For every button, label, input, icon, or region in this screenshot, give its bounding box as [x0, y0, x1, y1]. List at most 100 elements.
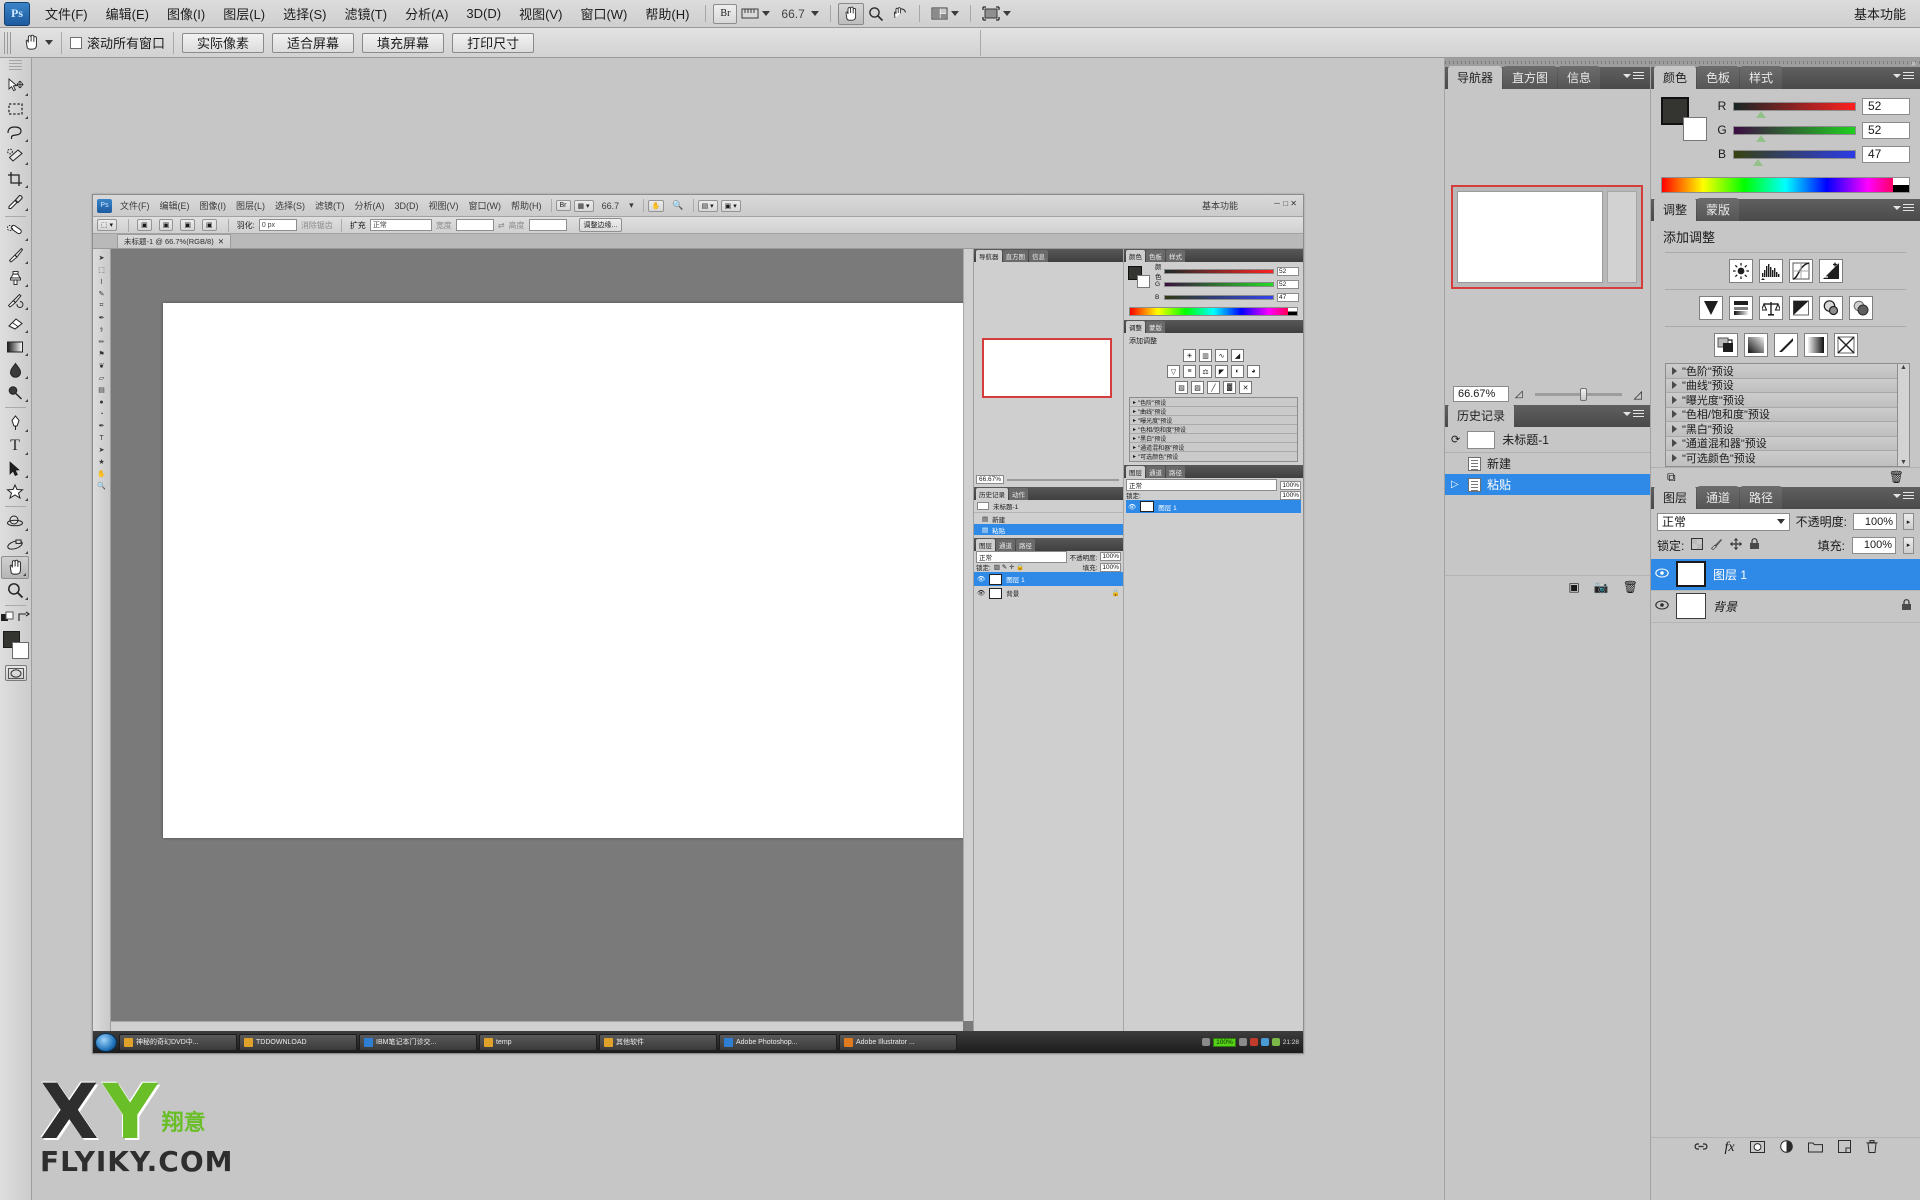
document-canvas-area[interactable]: Ps 文件(F) 编辑(E) 图像(I) 图层(L) 选择(S) 滤镜(T) 分… [32, 58, 1444, 1200]
hand-tool-button[interactable] [837, 2, 864, 25]
curves-icon[interactable]: ∿ [1215, 349, 1228, 362]
navigator-panel-menu-button[interactable] [1623, 72, 1644, 80]
scroll-down-icon[interactable]: ▼ [1900, 459, 1907, 466]
nested-feather-input[interactable]: 0 px [258, 219, 297, 231]
nested-arrange-documents-dropdown[interactable]: ▤ ▾ [697, 199, 718, 212]
nested-tab-histogram[interactable]: 直方图 [1002, 249, 1028, 262]
tab-histogram[interactable]: 直方图 [1503, 66, 1558, 89]
tab-color[interactable]: 颜色 [1654, 66, 1697, 89]
taskbar-item-6[interactable]: Adobe Photoshop... [719, 1033, 837, 1051]
nested-menu-filter[interactable]: 滤镜(T) [310, 199, 350, 212]
taskbar-item-3[interactable]: IBM笔记本门诊交... [359, 1033, 477, 1051]
lock-transparent-pixels-icon[interactable] [1691, 537, 1704, 553]
nested-tool-zoom[interactable]: 🔍 [93, 480, 110, 492]
nested-window-controls[interactable]: － □ ✕ [1273, 198, 1297, 209]
menu-window[interactable]: 窗口(W) [571, 0, 636, 27]
nested-tool-brush[interactable]: ✏ [93, 336, 110, 348]
nested-menu-edit[interactable]: 编辑(E) [155, 199, 195, 212]
nested-tool-pen[interactable]: ✒ [93, 420, 110, 432]
nested-horizontal-scrollbar[interactable] [111, 1021, 963, 1031]
nested-history-snapshot[interactable]: 未标题-1 [974, 500, 1123, 513]
tool-move[interactable] [0, 75, 30, 98]
tab-info[interactable]: 信息 [1558, 66, 1601, 89]
launch-bridge-button[interactable]: Br [713, 3, 738, 24]
preset-channel-mixer[interactable]: "通道混和器"预设 [1666, 436, 1897, 451]
taskbar-clock[interactable]: 21:28 [1283, 1039, 1299, 1046]
nested-tool-gradient[interactable]: ▤ [93, 384, 110, 396]
default-colors-icon[interactable] [1, 611, 15, 624]
tool-marquee[interactable] [0, 98, 30, 121]
nested-tab-styles[interactable]: 样式 [1166, 249, 1185, 262]
gradient-map-icon[interactable]: ▓ [1223, 381, 1236, 394]
lock-all-icon[interactable] [1749, 537, 1760, 553]
nested-fill-value[interactable]: 100% [1100, 562, 1121, 572]
nested-document-white-canvas[interactable] [163, 303, 973, 838]
gradient-map-icon[interactable] [1803, 333, 1828, 357]
current-tool-icon[interactable] [17, 31, 45, 55]
posterize-icon[interactable] [1743, 333, 1768, 357]
photo-filter-icon[interactable] [1818, 296, 1843, 320]
tool-hand[interactable] [1, 556, 29, 579]
nested-tab-masks[interactable]: 蒙版 [1146, 320, 1165, 333]
background-color-swatch[interactable] [11, 642, 29, 659]
nested-tool-history-brush[interactable]: ❦ [93, 360, 110, 372]
nested-tool-healing[interactable]: ⚕ [93, 324, 110, 336]
history-brush-source-icon[interactable]: ⟳ [1451, 433, 1460, 446]
nested-menu-image[interactable]: 图像(I) [195, 199, 232, 212]
menu-view[interactable]: 视图(V) [510, 0, 571, 27]
nested-menu-view[interactable]: 视图(V) [424, 199, 464, 212]
tool-3d-object-rotate[interactable] [0, 510, 30, 533]
navigator-zoom-value[interactable]: 66.67% [1453, 386, 1509, 402]
nested-slider-r[interactable]: 颜色 52 [1155, 264, 1299, 281]
nested-menu-layer[interactable]: 图层(L) [231, 199, 270, 212]
new-layer-icon[interactable] [1837, 1140, 1851, 1156]
messenger-icon[interactable] [1260, 1038, 1269, 1046]
nested-zoom-level[interactable]: 66.7 [597, 201, 625, 211]
options-bar-grip[interactable] [4, 31, 11, 54]
nested-current-tool-icon[interactable]: ⬚ ▾ [97, 219, 118, 231]
taskbar-item-1[interactable]: 神秘的奇幻DVD中... [119, 1033, 237, 1051]
nested-tool-move[interactable]: ➤ [93, 252, 110, 264]
color-swatches[interactable] [1, 631, 31, 661]
tool-quick-selection[interactable] [0, 144, 30, 167]
tool-eyedropper[interactable] [0, 190, 30, 213]
eye-icon[interactable] [1655, 599, 1669, 613]
layer-thumbnail[interactable] [1676, 561, 1706, 587]
nested-tool-hand[interactable]: ✋ [93, 468, 110, 480]
slider-row-b[interactable]: B 47 [1717, 145, 1910, 166]
zoom-in-icon[interactable]: ◿ [1634, 388, 1642, 401]
nested-background-swatch[interactable] [1137, 275, 1150, 288]
channel-track-b[interactable] [1733, 149, 1856, 166]
black-white-icon[interactable] [1788, 296, 1813, 320]
nested-lower-blend-mode[interactable]: 正常 [1126, 479, 1278, 491]
menu-filter[interactable]: 滤镜(T) [335, 0, 396, 27]
exposure-icon[interactable] [1818, 259, 1843, 283]
menu-3d[interactable]: 3D(D) [457, 2, 510, 25]
nested-slider-g[interactable]: G 52 [1155, 279, 1299, 289]
nested-screen-mode-dropdown[interactable]: ▣ ▾ [720, 199, 741, 212]
channel-value-g[interactable]: 52 [1862, 121, 1910, 139]
nested-value-b[interactable]: 47 [1277, 292, 1299, 302]
tab-styles[interactable]: 样式 [1740, 66, 1783, 89]
nested-canvas[interactable] [111, 249, 973, 1031]
tool-dodge[interactable] [0, 381, 30, 404]
tool-path-selection[interactable] [0, 457, 30, 480]
brightness-contrast-icon[interactable] [1728, 259, 1753, 283]
color-balance-icon[interactable] [1758, 296, 1783, 320]
nested-zoom-chevron-icon[interactable]: ▾ [624, 200, 639, 211]
toolbox-grip[interactable] [9, 60, 22, 72]
exposure-icon[interactable]: ◢ [1231, 349, 1244, 362]
nested-tool-eyedropper[interactable]: ✒ [93, 312, 110, 324]
tool-custom-shape[interactable] [0, 480, 30, 503]
nested-tab-channels-2[interactable]: 通道 [1146, 465, 1165, 478]
tool-pen[interactable] [0, 411, 30, 434]
nested-preset-item[interactable]: ▸ "可选颜色"预设 [1130, 452, 1297, 461]
fill-screen-button[interactable]: 填充屏幕 [362, 32, 445, 53]
tool-blur[interactable] [0, 358, 30, 381]
nested-menu-help[interactable]: 帮助(H) [506, 199, 547, 212]
nested-tab-layers[interactable]: 图层 [976, 538, 995, 551]
menu-analysis[interactable]: 分析(A) [396, 0, 457, 27]
nested-lower-layer-selected[interactable]: 👁 图层 1 [1126, 500, 1301, 513]
nested-menu-analysis[interactable]: 分析(A) [350, 199, 390, 212]
hue-saturation-icon[interactable]: ≡ [1183, 365, 1196, 378]
